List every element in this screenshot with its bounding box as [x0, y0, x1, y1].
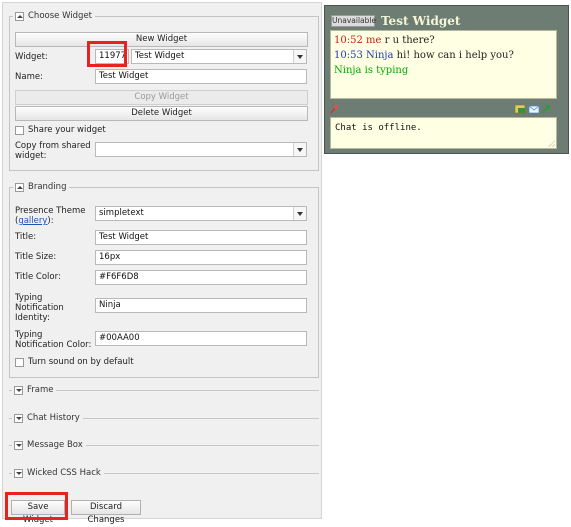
share-widget-label: Share your widget — [28, 125, 106, 135]
copy-from-shared-label-line1: Copy from shared — [15, 141, 91, 151]
message-box-legend[interactable]: Message Box — [12, 439, 86, 452]
sound-checkbox-box[interactable] — [15, 357, 24, 367]
message-time: 10:53 — [334, 50, 363, 61]
css-hack-title: Wicked CSS Hack — [27, 468, 101, 478]
typing-identity-label-line1: Typing — [15, 293, 43, 303]
gallery-link[interactable]: gallery — [18, 216, 47, 226]
branding-legend[interactable]: Branding — [13, 181, 70, 194]
typing-color-label-line1: Typing — [15, 330, 43, 340]
message-author: Ninja — [366, 50, 394, 61]
css-hack-section: Wicked CSS Hack — [9, 467, 319, 480]
message-author: me — [366, 35, 382, 46]
choose-widget-section: Choose Widget New Widget Widget: 11977 T… — [9, 10, 319, 171]
title-size-input[interactable]: 16px — [95, 250, 307, 265]
branding-title: Branding — [28, 182, 67, 192]
typing-identity-label-line2: Notification — [15, 303, 64, 313]
widget-select-value: Test Widget — [135, 51, 185, 61]
message-text: hi! how can i help you? — [396, 50, 514, 61]
presence-theme-label-line1: Presence Theme — [15, 206, 86, 216]
copy-from-shared-label: Copy from shared widget: — [15, 141, 91, 161]
widget-settings-panel: Choose Widget New Widget Widget: 11977 T… — [2, 2, 322, 525]
presence-theme-value: simpletext — [99, 208, 144, 218]
typing-color-label-line2: Notification Color: — [15, 340, 92, 350]
chat-message: 10:53 Ninja hi! how can i help you? — [334, 48, 553, 63]
chat-toolbar — [330, 103, 562, 115]
chat-message: 10:52 me r u there? — [334, 33, 553, 48]
typing-color-label: Typing Notification Color: — [15, 330, 91, 350]
collapse-arrow-icon[interactable] — [15, 183, 24, 192]
css-hack-legend[interactable]: Wicked CSS Hack — [12, 467, 104, 480]
delete-widget-button[interactable]: Delete Widget — [15, 106, 308, 121]
presence-theme-label: Presence Theme (gallery): — [15, 206, 85, 226]
dropdown-arrow-icon — [293, 143, 306, 156]
widget-id-highlight — [87, 41, 127, 67]
title-size-label: Title Size: — [15, 252, 57, 262]
sound-label: Turn sound on by default — [28, 357, 134, 367]
chat-history-title: Chat History — [27, 413, 80, 423]
copy-from-shared-label-line2: widget: — [15, 151, 47, 161]
expand-arrow-icon[interactable] — [14, 469, 23, 478]
typing-notification: Ninja is typing — [334, 65, 409, 76]
copy-from-shared-select[interactable] — [95, 142, 307, 157]
message-box-section: Message Box — [9, 439, 319, 452]
frame-title: Frame — [27, 385, 54, 395]
message-input-text: Chat is offline. — [335, 123, 422, 133]
share-widget-checkbox-box[interactable] — [15, 125, 24, 135]
share-widget-checkbox[interactable]: Share your widget — [15, 125, 106, 135]
status-badge: Unavailable — [331, 15, 377, 27]
choose-widget-legend[interactable]: Choose Widget — [13, 10, 96, 23]
message-box-title: Message Box — [27, 440, 83, 450]
widget-select[interactable]: Test Widget — [131, 49, 307, 64]
name-input[interactable]: Test Widget — [95, 69, 307, 84]
save-button-highlight — [5, 492, 68, 520]
sound-checkbox[interactable]: Turn sound on by default — [15, 357, 134, 367]
widget-label: Widget: — [15, 52, 48, 62]
frame-legend[interactable]: Frame — [12, 384, 57, 397]
title-color-label: Title Color: — [15, 272, 61, 282]
dropdown-arrow-icon — [293, 50, 306, 63]
chat-history-legend[interactable]: Chat History — [12, 412, 83, 425]
new-widget-button[interactable]: New Widget — [15, 32, 308, 47]
choose-widget-title: Choose Widget — [28, 11, 93, 21]
chat-history-section: Chat History — [9, 412, 319, 425]
widget-preview: Unavailable Test Widget 10:52 me r u the… — [324, 5, 569, 154]
message-input-box[interactable]: Chat is offline. — [330, 117, 557, 149]
typing-identity-input[interactable]: Ninja — [95, 298, 307, 313]
copy-widget-button[interactable]: Copy Widget — [15, 90, 308, 105]
pin-icon[interactable] — [330, 104, 339, 114]
expand-arrow-icon[interactable] — [14, 386, 23, 395]
title-color-input[interactable]: #F6F6D8 — [95, 270, 307, 285]
typing-identity-label: Typing Notification Identity: — [15, 293, 64, 323]
branding-section: Branding Presence Theme (gallery): simpl… — [9, 181, 319, 378]
message-text: r u there? — [384, 35, 435, 46]
title-input[interactable]: Test Widget — [95, 230, 307, 245]
presence-theme-close: ): — [47, 216, 54, 226]
name-label: Name: — [15, 72, 43, 82]
popout-icon[interactable] — [541, 105, 550, 114]
chat-history-box: 10:52 me r u there? 10:53 Ninja hi! how … — [330, 30, 557, 99]
collapse-arrow-icon[interactable] — [15, 12, 24, 21]
typing-color-input[interactable]: #00AA00 — [95, 331, 307, 346]
expand-arrow-icon[interactable] — [14, 414, 23, 423]
resize-grip-icon[interactable] — [548, 140, 555, 147]
expand-arrow-icon[interactable] — [14, 441, 23, 450]
message-time: 10:52 — [334, 35, 363, 46]
save-transcript-icon[interactable] — [514, 104, 526, 114]
frame-section: Frame — [9, 384, 319, 397]
typing-identity-label-line3: Identity: — [15, 313, 50, 323]
email-icon[interactable] — [528, 105, 540, 114]
presence-theme-select[interactable]: simpletext — [95, 206, 307, 221]
toolbar-icons — [330, 104, 550, 114]
title-label: Title: — [15, 232, 37, 242]
discard-changes-button[interactable]: Discard Changes — [71, 500, 141, 525]
dropdown-arrow-icon — [293, 207, 306, 220]
widget-preview-title: Test Widget — [381, 14, 461, 28]
